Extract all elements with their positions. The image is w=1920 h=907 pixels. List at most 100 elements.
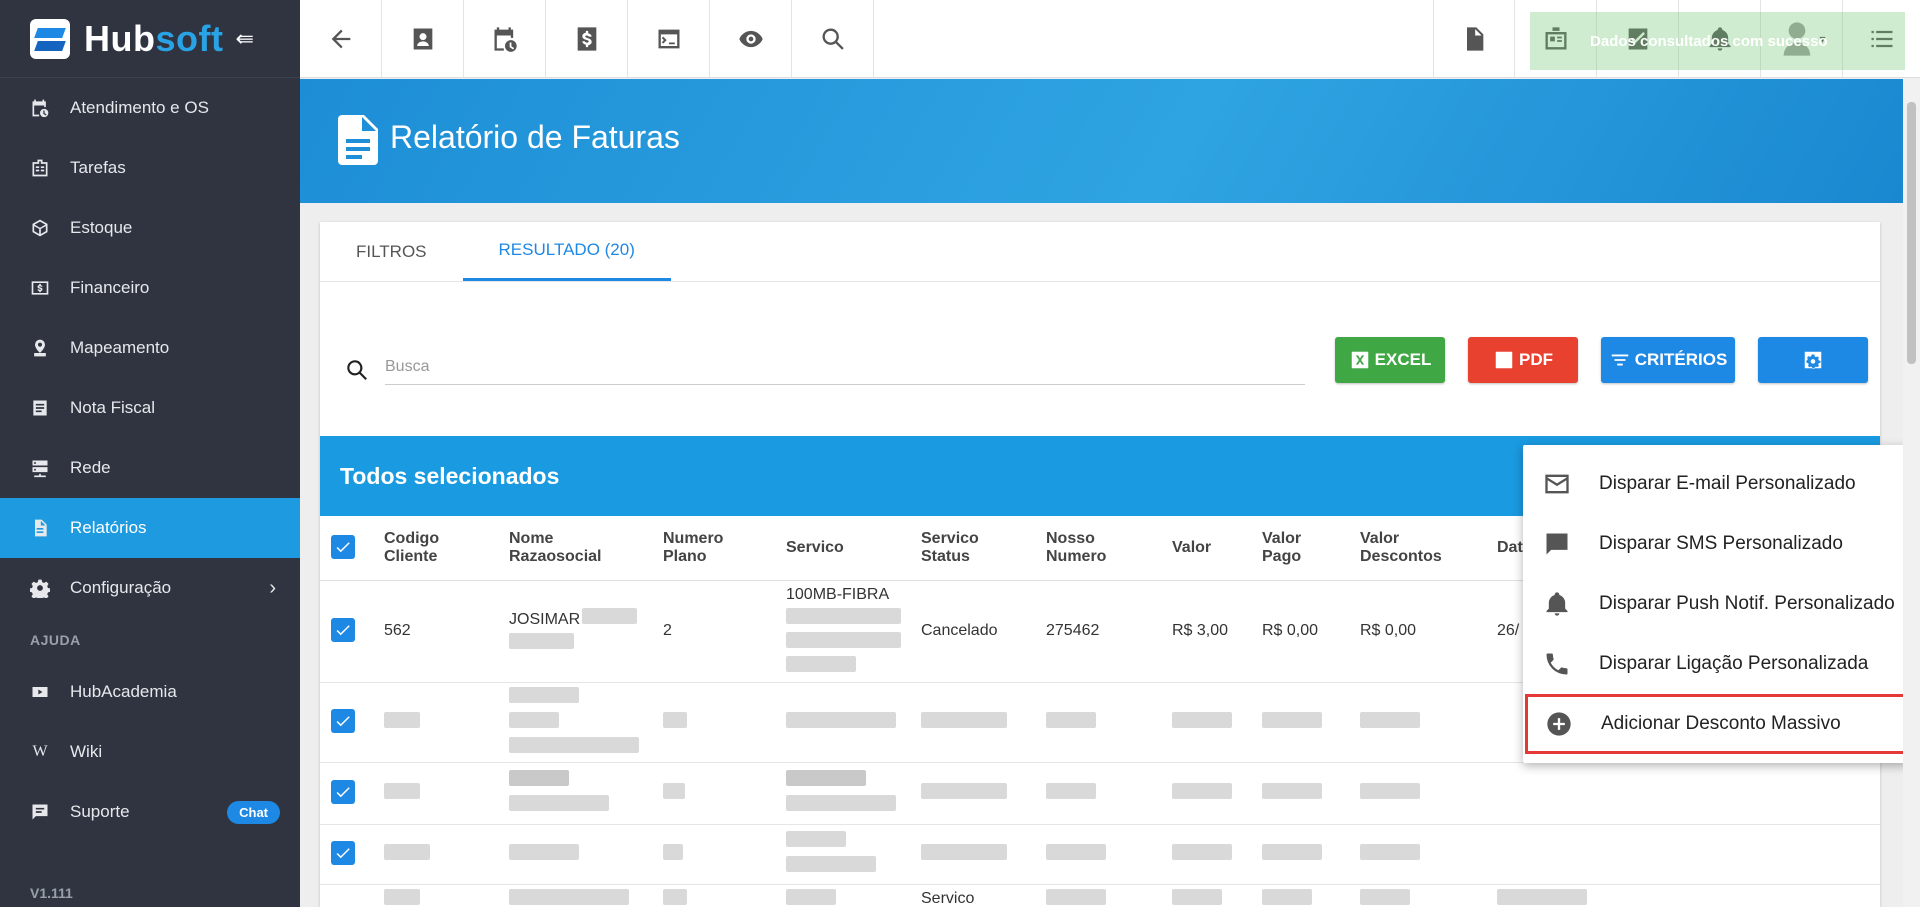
sidebar-item-relatorios[interactable]: Relatórios [0, 498, 300, 558]
tab-resultado[interactable]: RESULTADO (20) [462, 222, 671, 281]
col-servico[interactable]: Servico [778, 516, 913, 581]
redacted-text [1046, 711, 1096, 728]
row-checkbox-cell[interactable] [320, 580, 376, 683]
success-toast[interactable]: Dados consultados com sucesso [1530, 12, 1905, 70]
check-icon [336, 787, 350, 798]
redacted-cell [778, 824, 913, 885]
col-servico-status[interactable]: Servico Status [913, 516, 1038, 581]
check-icon [336, 625, 350, 636]
redacted-text [1046, 843, 1106, 860]
schedule-button[interactable] [464, 0, 546, 78]
col-nosso-numero[interactable]: Nosso Numero [1038, 516, 1164, 581]
sidebar-item-hubacademia[interactable]: HubAcademia [0, 662, 300, 722]
settings-button[interactable] [1758, 337, 1868, 383]
col-nome-razaosocial[interactable]: Nome Razaosocial [501, 516, 655, 581]
filter-icon [1611, 354, 1628, 366]
redacted-cell [1489, 762, 1880, 825]
col-valor[interactable]: Valor [1164, 516, 1254, 581]
pdf-export-button[interactable]: PDF [1468, 337, 1578, 383]
row-checkbox[interactable] [331, 618, 355, 642]
excel-button[interactable]: EXCEL [1335, 337, 1445, 383]
menu-item-sms[interactable]: Disparar SMS Personalizado [1523, 514, 1908, 574]
redacted-cell [1352, 824, 1489, 885]
sidebar-item-estoque[interactable]: Estoque [0, 198, 300, 258]
collapse-menu-icon[interactable]: ⇚ [235, 26, 253, 52]
page-scrollbar[interactable] [1903, 78, 1920, 907]
redacted-cell [376, 884, 501, 907]
back-button[interactable] [300, 0, 382, 78]
redacted-text [663, 843, 683, 860]
redacted-cell [913, 682, 1038, 763]
redacted-text [384, 782, 420, 799]
row-checkbox-cell[interactable] [320, 682, 376, 763]
redacted-cell [376, 762, 501, 825]
client-button[interactable] [382, 0, 464, 78]
tab-filtros[interactable]: FILTROS [320, 222, 463, 281]
sidebar-item-rede[interactable]: Rede [0, 438, 300, 498]
redacted-cell [778, 762, 913, 825]
menu-item-desconto-massivo[interactable]: Adicionar Desconto Massivo [1525, 694, 1906, 754]
row-checkbox-cell[interactable] [320, 762, 376, 825]
row-checkbox[interactable] [331, 841, 355, 865]
redacted-text [1172, 711, 1232, 728]
menu-item-email[interactable]: Disparar E-mail Personalizado [1523, 454, 1908, 514]
sidebar-item-nota-fiscal[interactable]: Nota Fiscal [0, 378, 300, 438]
col-valor-pago[interactable]: Valor Pago [1254, 516, 1352, 581]
youtube-icon [30, 682, 50, 702]
box-icon [30, 218, 50, 238]
sidebar-item-tarefas[interactable]: Tarefas [0, 138, 300, 198]
sidebar-item-label: Financeiro [70, 278, 150, 297]
sidebar-item-financeiro[interactable]: Financeiro [0, 258, 300, 318]
redacted-text [582, 608, 638, 624]
search-input[interactable] [385, 349, 1305, 385]
row-checkbox[interactable] [331, 780, 355, 804]
criterios-button[interactable]: CRITÉRIOS [1601, 337, 1735, 383]
menu-item-push[interactable]: Disparar Push Notif. Personalizado [1523, 574, 1908, 634]
sidebar-item-mapeamento[interactable]: Mapeamento [0, 318, 300, 378]
redacted-text [921, 843, 1007, 860]
redacted-cell [1038, 682, 1164, 763]
sidebar-item-wiki[interactable]: W Wiki [0, 722, 300, 782]
row-checkbox-cell[interactable] [320, 884, 376, 907]
row-checkbox-cell[interactable] [320, 824, 376, 885]
tasks-icon [30, 158, 50, 178]
table-row[interactable] [320, 762, 1880, 825]
sidebar-item-suporte[interactable]: Suporte Chat [0, 782, 300, 842]
sidebar-item-atendimento[interactable]: Atendimento e OS [0, 78, 300, 138]
redacted-cell [1254, 762, 1352, 825]
redacted-text [786, 607, 901, 624]
topbar: ▾ Dados consultados com sucesso [300, 0, 1920, 78]
table-row[interactable]: Servico [320, 884, 1880, 907]
col-codigo-cliente[interactable]: Codigo Cliente [376, 516, 501, 581]
map-pin-icon [30, 338, 50, 358]
col-numero-plano[interactable]: Numero Plano [655, 516, 778, 581]
redacted-cell [655, 884, 778, 907]
menu-item-ligacao[interactable]: Disparar Ligação Personalizada [1523, 634, 1908, 694]
select-all-checkbox[interactable] [331, 534, 355, 559]
select-all-checkbox-cell[interactable] [320, 516, 376, 581]
menu-item-label: Adicionar Desconto Massivo [1601, 713, 1841, 734]
finance-button[interactable] [546, 0, 628, 78]
menu-item-label: Disparar E-mail Personalizado [1599, 473, 1856, 494]
eye-icon [738, 30, 763, 48]
redacted-cell [655, 762, 778, 825]
search-button[interactable] [792, 0, 874, 78]
row-checkbox[interactable] [331, 709, 355, 733]
cell-nosso-numero: 275462 [1038, 580, 1164, 683]
sidebar-item-label: HubAcademia [70, 682, 177, 701]
check-icon [336, 541, 350, 552]
logo[interactable]: Hubsoft ⇚ [0, 0, 300, 78]
col-valor-descontos[interactable]: Valor Descontos [1352, 516, 1489, 581]
terminal-button[interactable] [628, 0, 710, 78]
cell-servico: 100MB-FIBRA [778, 580, 913, 683]
sidebar-item-label: Wiki [70, 742, 103, 761]
sidebar-item-configuracao[interactable]: Configuração › [0, 558, 300, 618]
chat-badge[interactable]: Chat [227, 800, 280, 824]
redacted-cell [501, 682, 655, 763]
scrollbar-thumb[interactable] [1907, 102, 1916, 364]
gear-icon [1804, 351, 1822, 369]
view-button[interactable] [710, 0, 792, 78]
redacted-cell [778, 884, 913, 907]
table-row[interactable] [320, 824, 1880, 885]
pdf-button[interactable] [1433, 0, 1515, 78]
